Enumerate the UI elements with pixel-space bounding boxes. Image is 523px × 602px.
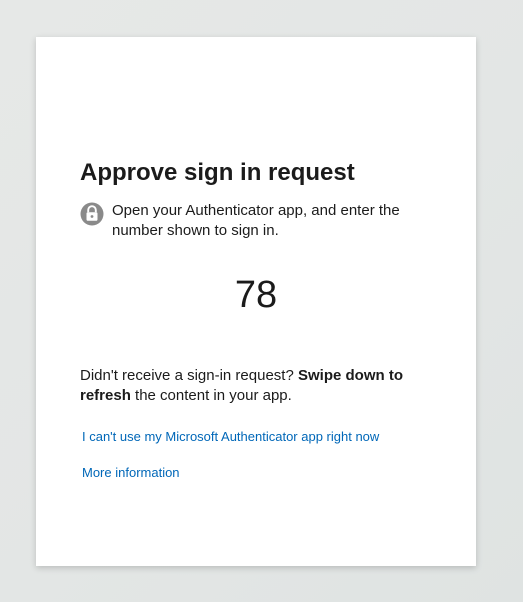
help-text-prefix: Didn't receive a sign-in request? xyxy=(80,367,298,384)
help-text-suffix: the content in your app. xyxy=(130,387,292,404)
lock-icon xyxy=(80,202,104,226)
instruction-text: Open your Authenticator app, and enter t… xyxy=(112,202,400,239)
instruction-row: Open your Authenticator app, and enter t… xyxy=(80,201,420,241)
cant-use-authenticator-link[interactable]: I can't use my Microsoft Authenticator a… xyxy=(82,428,379,446)
help-text: Didn't receive a sign-in request? Swipe … xyxy=(80,366,430,406)
page-title: Approve sign in request xyxy=(80,159,355,186)
sign-in-card: Approve sign in request Open your Authen… xyxy=(36,37,476,566)
sign-in-number: 78 xyxy=(234,274,278,316)
more-information-link[interactable]: More information xyxy=(82,464,180,482)
